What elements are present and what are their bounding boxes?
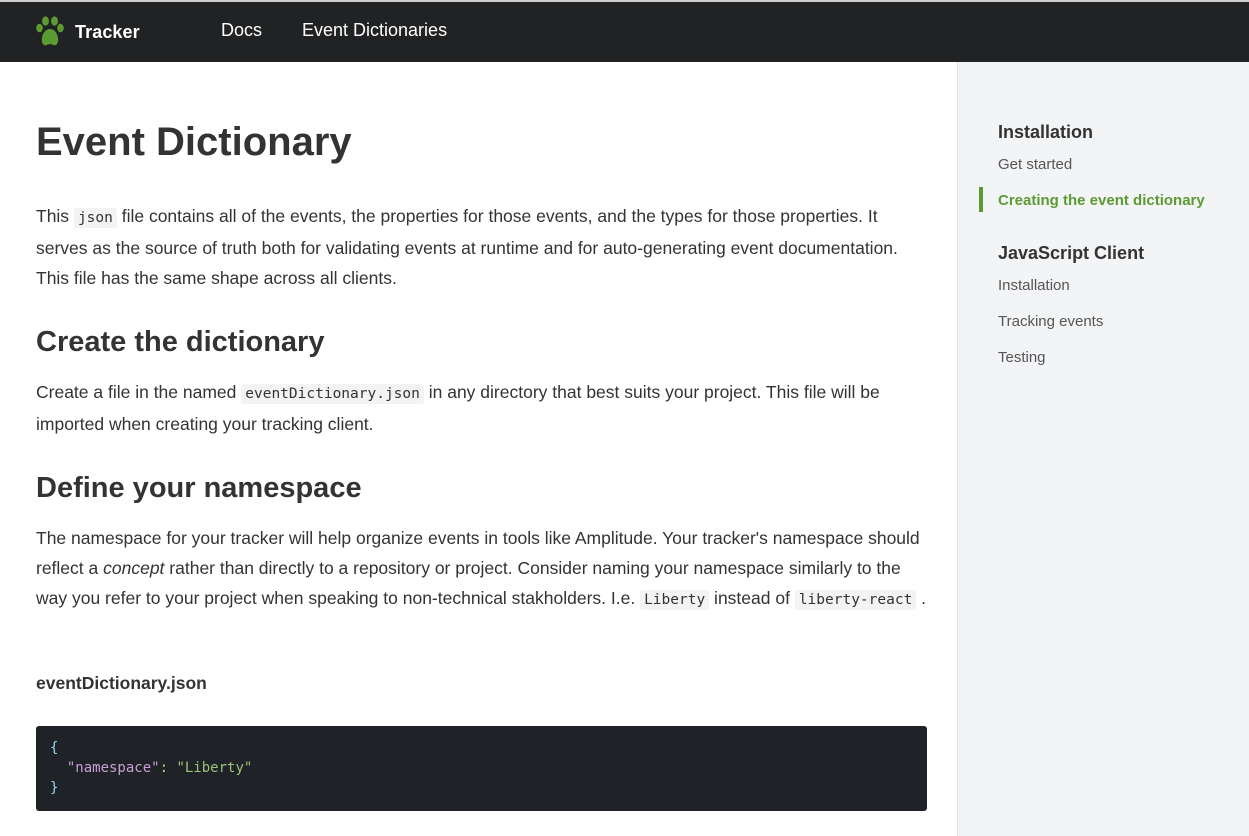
intro-paragraph: This json file contains all of the event… — [36, 201, 928, 293]
paw-icon — [35, 16, 65, 48]
sidebar-item-get-started[interactable]: Get started — [998, 156, 1072, 173]
namespace-emphasis: concept — [103, 558, 165, 578]
top-navbar: Tracker Docs Event Dictionaries — [0, 0, 1249, 62]
inline-code-liberty-react: liberty-react — [794, 590, 917, 610]
code-close-brace: } — [50, 780, 59, 796]
sidebar-item-installation[interactable]: Installation — [998, 277, 1070, 294]
brand-link[interactable]: Tracker — [35, 16, 140, 48]
sidebar-toc: Installation Get started Creating the ev… — [957, 62, 1249, 836]
create-text-start: Create a file in the named — [36, 382, 242, 402]
code-value: "Liberty" — [176, 760, 253, 776]
nav-event-dictionaries[interactable]: Event Dictionaries — [302, 20, 447, 41]
active-indicator — [979, 187, 983, 212]
inline-code-json: json — [73, 208, 117, 228]
page-title: Event Dictionary — [36, 120, 352, 164]
nav-docs[interactable]: Docs — [221, 20, 262, 41]
namespace-text-4: . — [916, 588, 927, 608]
inline-code-liberty: Liberty — [640, 590, 710, 610]
sidebar-item-tracking-events[interactable]: Tracking events — [998, 313, 1103, 330]
code-open-brace: { — [50, 740, 59, 756]
sidebar-item-testing[interactable]: Testing — [998, 349, 1046, 366]
sidebar-heading-javascript-client: JavaScript Client — [998, 243, 1145, 263]
code-file-label: eventDictionary.json — [36, 673, 207, 693]
intro-text-start: This — [36, 206, 74, 226]
sidebar-heading-installation: Installation — [998, 122, 1094, 142]
create-paragraph: Create a file in the named eventDictiona… — [36, 377, 928, 439]
inline-code-filename: eventDictionary.json — [241, 384, 424, 404]
namespace-text-3: instead of — [709, 588, 795, 608]
code-key: "namespace" — [66, 760, 160, 776]
sidebar-item-creating-event-dictionary[interactable]: Creating the event dictionary — [998, 192, 1205, 209]
heading-define-namespace: Define your namespace — [36, 472, 362, 504]
heading-create-dictionary: Create the dictionary — [36, 326, 325, 358]
code-block: { "namespace": "Liberty" } — [36, 726, 927, 811]
code-colon: : — [159, 760, 169, 776]
intro-text-end: file contains all of the events, the pro… — [36, 206, 898, 288]
brand-name: Tracker — [75, 21, 140, 42]
namespace-paragraph: The namespace for your tracker will help… — [36, 523, 928, 615]
